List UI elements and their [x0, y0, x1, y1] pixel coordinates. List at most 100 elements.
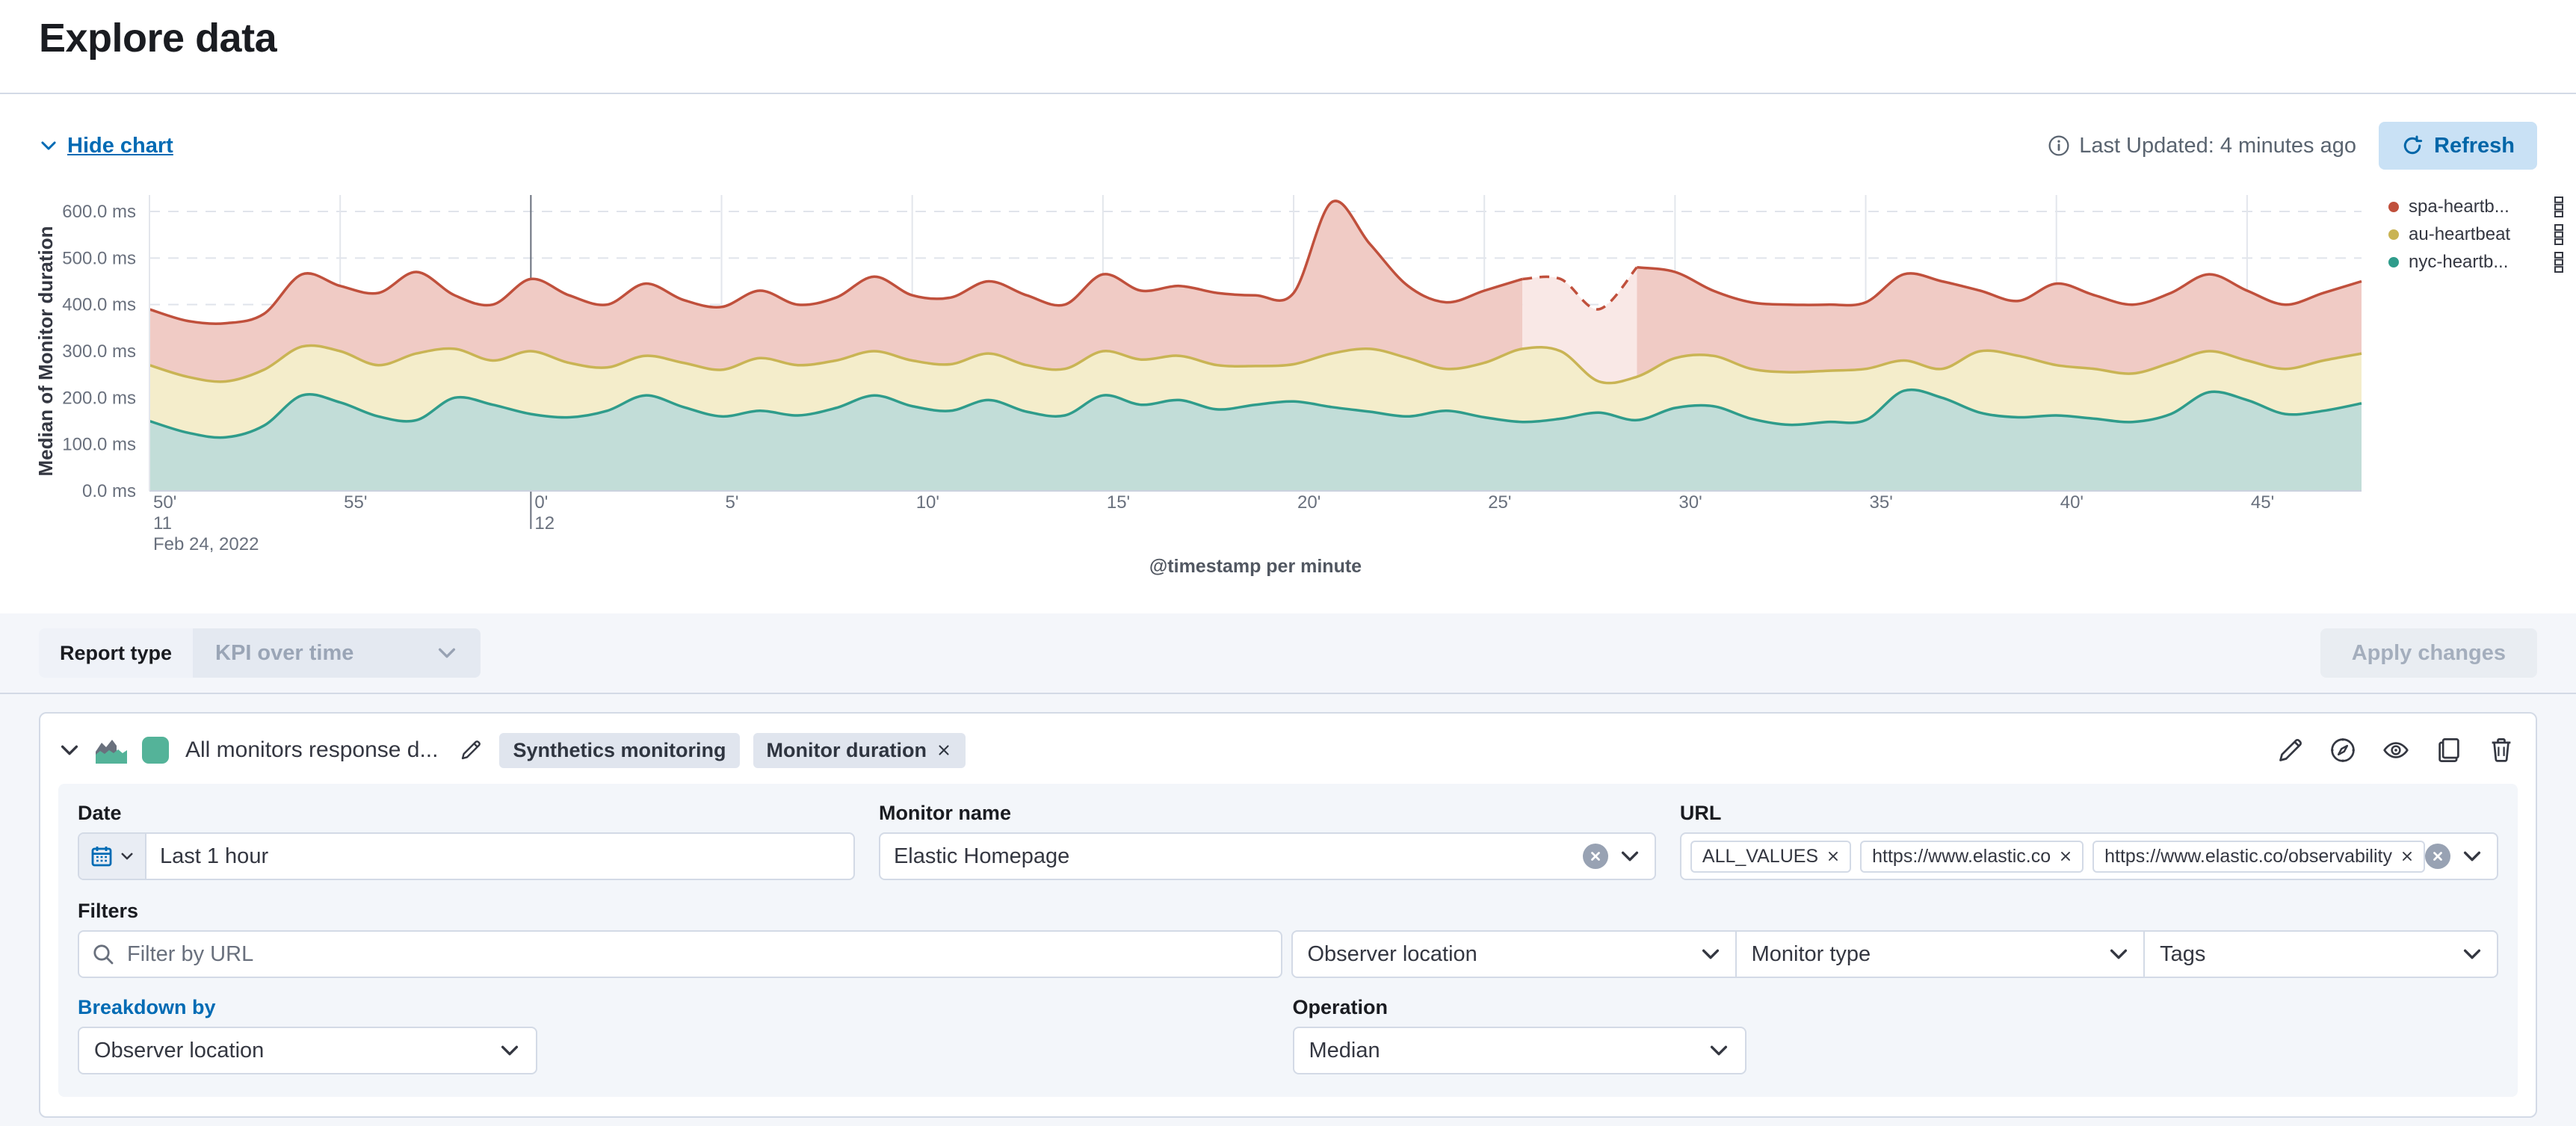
series-form: Date Last 1 hour Monitor — [58, 784, 2518, 1097]
chevron-down-icon — [498, 1039, 521, 1062]
close-icon[interactable] — [2058, 849, 2073, 864]
refresh-icon — [2401, 134, 2424, 157]
legend-color-dot — [2388, 202, 2399, 212]
filter-url-input[interactable] — [126, 941, 1281, 968]
url-tag-label: ALL_VALUES — [1702, 846, 1818, 867]
report-type-label: Report type — [39, 628, 193, 678]
operation-select[interactable]: Median — [1293, 1027, 1746, 1074]
hide-chart-label: Hide chart — [67, 134, 173, 158]
svg-text:600.0 ms: 600.0 ms — [62, 202, 136, 222]
report-row-wrap: Report type KPI over time Apply changes — [0, 628, 2576, 694]
last-updated-text: Last Updated: 4 minutes ago — [2079, 134, 2356, 158]
chevron-down-icon — [436, 642, 458, 664]
chevron-down-icon — [1708, 1039, 1730, 1062]
clear-icon[interactable] — [1583, 844, 1608, 869]
edit-name-icon[interactable] — [456, 735, 486, 765]
legend-label: spa-heartb... — [2409, 197, 2543, 217]
svg-text:40': 40' — [2060, 492, 2084, 513]
monitor-name-field-group: Monitor name Elastic Homepage — [879, 802, 1656, 880]
chevron-down-icon — [120, 849, 135, 864]
chevron-down-icon — [2461, 845, 2483, 867]
series-form-row1: Date Last 1 hour Monitor — [78, 802, 2498, 880]
url-tag-label: https://www.elastic.co — [1872, 846, 2051, 867]
date-field-group: Date Last 1 hour — [78, 802, 855, 880]
eye-icon[interactable] — [2379, 734, 2413, 767]
date-picker[interactable]: Last 1 hour — [78, 832, 855, 880]
badge-label: Synthetics monitoring — [513, 739, 726, 762]
svg-text:Median of Monitor duration: Median of Monitor duration — [34, 226, 57, 476]
delete-trash-icon[interactable] — [2485, 734, 2518, 767]
url-combobox[interactable]: ALL_VALUES https://www.elastic.co https://… — [1680, 832, 2498, 880]
refresh-button[interactable]: Refresh — [2379, 122, 2537, 170]
apply-changes-button[interactable]: Apply changes — [2320, 628, 2537, 678]
report-type-select[interactable]: Report type KPI over time — [39, 628, 481, 678]
chevron-down-icon[interactable] — [58, 739, 81, 761]
url-controls — [2425, 844, 2497, 869]
svg-text:20': 20' — [1297, 492, 1321, 513]
series-color-swatch[interactable] — [142, 737, 169, 764]
explore-compass-icon[interactable] — [2326, 734, 2359, 767]
legend-item[interactable]: spa-heartb... — [2388, 197, 2565, 217]
series-header: All monitors response d... Synthetics mo… — [58, 729, 2518, 772]
clear-icon[interactable] — [2425, 844, 2450, 869]
legend-options-icon[interactable] — [2553, 197, 2565, 217]
operation-label: Operation — [1293, 996, 2499, 1019]
series-actions — [2274, 734, 2518, 767]
monitor-name-select[interactable]: Elastic Homepage — [879, 832, 1656, 880]
exploratory-view-panel: Report type KPI over time Apply changes — [0, 613, 2576, 1126]
monitor-name-controls — [1583, 844, 1655, 869]
operation-value: Median — [1309, 1039, 1380, 1063]
filter-select-group: Observer location Monitor type Tags — [1291, 930, 2499, 978]
close-icon[interactable] — [1826, 849, 1841, 864]
search-icon — [91, 942, 115, 966]
breakdown-cell: Breakdown by Observer location — [78, 996, 1284, 1074]
filter-select-observer-location[interactable]: Observer location — [1293, 932, 1735, 977]
chevron-down-icon — [39, 136, 58, 155]
date-picker-prepend[interactable] — [79, 834, 146, 879]
close-icon[interactable] — [936, 742, 952, 758]
date-label: Date — [78, 802, 855, 825]
report-type-value[interactable]: KPI over time — [193, 628, 481, 678]
duplicate-copy-icon[interactable] — [2433, 734, 2465, 767]
svg-text:55': 55' — [344, 492, 367, 513]
url-tag-pill: https://www.elastic.co — [1860, 841, 2084, 873]
filters-section: Filters Observer location Monitor type T… — [78, 900, 2498, 978]
legend-label: au-heartbeat — [2409, 224, 2543, 245]
badge-synthetics-monitoring: Synthetics monitoring — [499, 733, 739, 768]
svg-text:30': 30' — [1678, 492, 1702, 513]
breakdown-by-select[interactable]: Observer location — [78, 1027, 537, 1074]
last-updated: Last Updated: 4 minutes ago — [2048, 134, 2356, 158]
url-field-group: URL ALL_VALUEShttps://www.elastic.cohttp… — [1680, 802, 2498, 880]
report-type-selected: KPI over time — [215, 641, 353, 666]
svg-text:Feb 24, 2022: Feb 24, 2022 — [153, 534, 259, 554]
close-icon[interactable] — [2400, 849, 2415, 864]
chart-legend: spa-heartb... au-heartbeat nyc-heartb... — [2388, 197, 2565, 272]
monitor-name-value: Elastic Homepage — [880, 844, 1074, 869]
breakdown-operation-row: Breakdown by Observer location Operation… — [78, 996, 2498, 1074]
hide-chart-link[interactable]: Hide chart — [39, 134, 173, 158]
url-pill-list: ALL_VALUES https://www.elastic.co https://… — [1681, 841, 2425, 873]
url-tag-pill: https://www.elastic.co/observability — [2092, 841, 2425, 873]
filter-search-field[interactable] — [78, 930, 1282, 978]
filter-search-box — [78, 930, 1282, 978]
breakdown-by-label: Breakdown by — [78, 996, 1284, 1019]
svg-text:12: 12 — [534, 513, 555, 533]
legend-options-icon[interactable] — [2553, 252, 2565, 273]
svg-text:11: 11 — [153, 513, 172, 533]
series-title: All monitors response d... — [185, 737, 438, 763]
series-card-wrap: All monitors response d... Synthetics mo… — [0, 694, 2576, 1126]
chart-controls-right: Last Updated: 4 minutes ago Refresh — [2048, 122, 2537, 170]
page-header: Explore data — [0, 0, 2576, 94]
legend-item[interactable]: au-heartbeat — [2388, 225, 2565, 244]
legend-options-icon[interactable] — [2553, 224, 2565, 245]
svg-text:300.0 ms: 300.0 ms — [62, 341, 136, 362]
edit-icon[interactable] — [2274, 734, 2307, 767]
filter-select-monitor-type[interactable]: Monitor type — [1735, 932, 2143, 977]
duration-chart-svg: 0.0 ms100.0 ms200.0 ms300.0 ms400.0 ms50… — [0, 184, 2576, 584]
filter-select-tags[interactable]: Tags — [2143, 932, 2497, 977]
filter-select-label: Observer location — [1308, 942, 1477, 967]
svg-text:50': 50' — [153, 492, 176, 513]
legend-item[interactable]: nyc-heartb... — [2388, 253, 2565, 272]
url-tag-pill: ALL_VALUES — [1690, 841, 1851, 873]
filter-select-label: Monitor type — [1752, 942, 1871, 967]
